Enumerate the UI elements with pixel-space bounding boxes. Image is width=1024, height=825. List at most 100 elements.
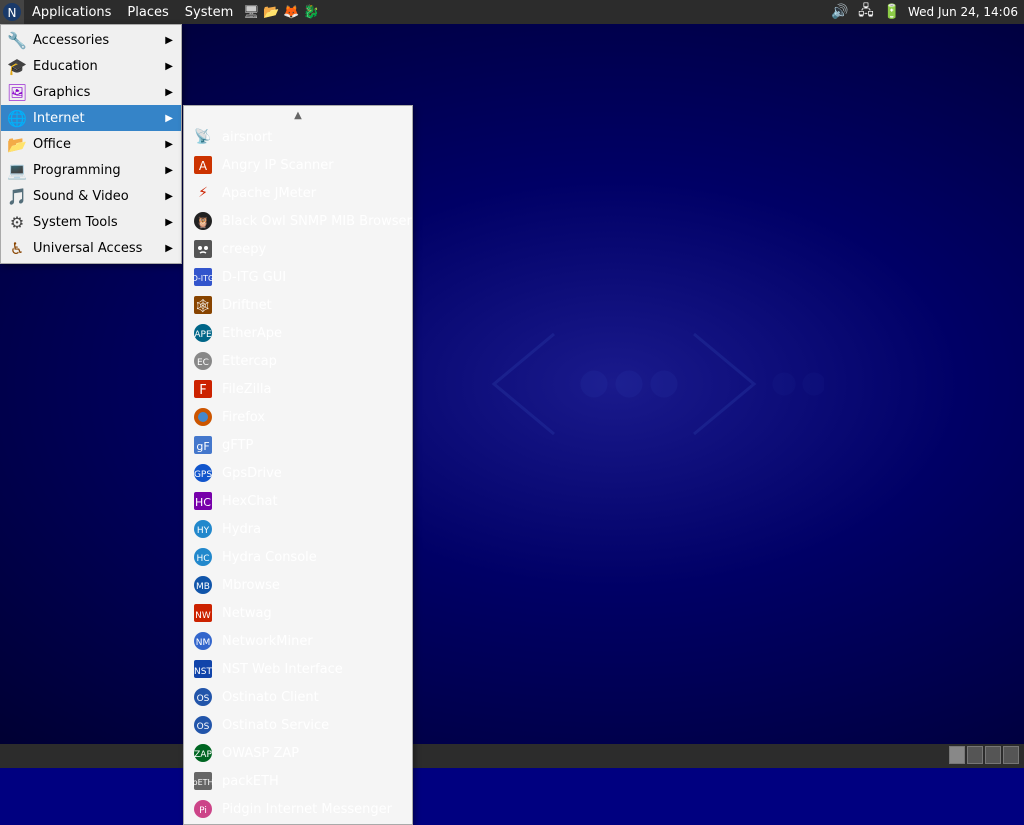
- panel-terminal-icon[interactable]: 🖥: [241, 2, 261, 22]
- menu-universal-access[interactable]: ♿ Universal Access ▶: [1, 235, 181, 261]
- submenu-creepy[interactable]: creepy: [184, 235, 412, 263]
- creepy-label: creepy: [222, 242, 266, 257]
- desktop-logo: [474, 234, 824, 534]
- svg-text:NST: NST: [194, 667, 212, 677]
- airsnort-label: airsnort: [222, 130, 272, 145]
- panel-applications[interactable]: Applications: [24, 0, 119, 24]
- pager-3[interactable]: [985, 746, 1001, 764]
- education-arrow: ▶: [165, 61, 173, 72]
- angry-ip-label: Angry IP Scanner: [222, 158, 334, 173]
- submenu-netwag[interactable]: NW Netwag: [184, 599, 412, 627]
- submenu-angry-ip[interactable]: A Angry IP Scanner: [184, 151, 412, 179]
- submenu-ostinato-service[interactable]: OS Ostinato Service: [184, 711, 412, 739]
- education-icon: 🎓: [7, 56, 27, 76]
- gpsdrive-label: GpsDrive: [222, 466, 282, 481]
- network-icon[interactable]: 🖧: [856, 2, 876, 22]
- programming-label: Programming: [33, 163, 165, 178]
- submenu-ostinato-client[interactable]: OS Ostinato Client: [184, 683, 412, 711]
- internet-arrow: ▶: [165, 113, 173, 124]
- packeth-icon: pETH: [192, 770, 214, 792]
- submenu-hydra-console[interactable]: HC Hydra Console: [184, 543, 412, 571]
- submenu-ettercap[interactable]: EC Ettercap: [184, 347, 412, 375]
- pager-4[interactable]: [1003, 746, 1019, 764]
- graphics-arrow: ▶: [165, 87, 173, 98]
- submenu-hexchat[interactable]: HC HexChat: [184, 487, 412, 515]
- system-tools-arrow: ▶: [165, 217, 173, 228]
- submenu-hydra[interactable]: HY Hydra: [184, 515, 412, 543]
- panel-app-icon: N: [0, 0, 24, 24]
- networkminer-icon: NM: [192, 630, 214, 652]
- volume-icon[interactable]: 🔊: [830, 2, 850, 22]
- submenu-apache-jmeter[interactable]: ⚡ Apache JMeter: [184, 179, 412, 207]
- netwag-label: Netwag: [222, 606, 272, 621]
- submenu-filezilla[interactable]: F FileZilla: [184, 375, 412, 403]
- submenu-airsnort[interactable]: 📡 airsnort: [184, 123, 412, 151]
- internet-submenu: ▲ 📡 airsnort A Angry IP Scanner ⚡ Apache…: [183, 105, 413, 825]
- mbrowse-label: Mbrowse: [222, 578, 280, 593]
- gftp-label: gFTP: [222, 438, 253, 453]
- pidgin-label: Pidgin Internet Messenger: [222, 802, 392, 817]
- pidgin-icon: Pi: [192, 798, 214, 820]
- submenu-pidgin[interactable]: Pi Pidgin Internet Messenger: [184, 795, 412, 823]
- svg-text:GPS: GPS: [194, 470, 212, 480]
- submenu-networkminer[interactable]: NM NetworkMiner: [184, 627, 412, 655]
- submenu-etherape[interactable]: APE EtherApe: [184, 319, 412, 347]
- creepy-icon: [192, 238, 214, 260]
- menu-office[interactable]: 📂 Office ▶: [1, 131, 181, 157]
- driftnet-label: Driftnet: [222, 298, 272, 313]
- office-label: Office: [33, 137, 165, 152]
- svg-text:🕸: 🕸: [195, 299, 212, 314]
- hydra-console-icon: HC: [192, 546, 214, 568]
- submenu-mbrowse[interactable]: MB Mbrowse: [184, 571, 412, 599]
- submenu-owasp-zap[interactable]: ZAP OWASP ZAP: [184, 739, 412, 767]
- menu-education[interactable]: 🎓 Education ▶: [1, 53, 181, 79]
- submenu-gpsdrive[interactable]: GPS GpsDrive: [184, 459, 412, 487]
- menu-graphics[interactable]: 🖼 Graphics ▶: [1, 79, 181, 105]
- battery-icon[interactable]: 🔋: [882, 2, 902, 22]
- submenu-nst-web[interactable]: NST NST Web Interface: [184, 655, 412, 683]
- bottom-panel: [0, 744, 1024, 768]
- graphics-icon: 🖼: [7, 82, 27, 102]
- education-label: Education: [33, 59, 165, 74]
- submenu-scroll-up[interactable]: ▲: [184, 108, 412, 123]
- panel-left: N Applications Places System 🖥 📂 🦊 🐉: [0, 0, 321, 24]
- panel-nst-icon[interactable]: 🐉: [301, 2, 321, 22]
- submenu-gftp[interactable]: gF gFTP: [184, 431, 412, 459]
- programming-arrow: ▶: [165, 165, 173, 176]
- pager-1[interactable]: [949, 746, 965, 764]
- apache-label: Apache JMeter: [222, 186, 316, 201]
- svg-text:ZAP: ZAP: [194, 750, 212, 760]
- submenu-driftnet[interactable]: 🕸 Driftnet: [184, 291, 412, 319]
- panel-places[interactable]: Places: [119, 0, 176, 24]
- menu-accessories[interactable]: 🔧 Accessories ▶: [1, 27, 181, 53]
- submenu-packeth[interactable]: pETH packETH: [184, 767, 412, 795]
- menu-programming[interactable]: 💻 Programming ▶: [1, 157, 181, 183]
- panel-firefox-icon[interactable]: 🦊: [281, 2, 301, 22]
- menu-system-tools[interactable]: ⚙ System Tools ▶: [1, 209, 181, 235]
- svg-text:OS: OS: [197, 694, 210, 704]
- internet-icon: 🌐: [7, 108, 27, 128]
- firefox-icon: [192, 406, 214, 428]
- menu-sound-video[interactable]: 🎵 Sound & Video ▶: [1, 183, 181, 209]
- svg-text:N: N: [8, 6, 17, 20]
- panel-system[interactable]: System: [177, 0, 241, 24]
- submenu-black-owl[interactable]: 🦉 Black Owl SNMP MIB Browser: [184, 207, 412, 235]
- ostinato-client-label: Ostinato Client: [222, 690, 319, 705]
- submenu-firefox[interactable]: Firefox: [184, 403, 412, 431]
- panel-folder-icon[interactable]: 📂: [261, 2, 281, 22]
- svg-text:NW: NW: [195, 611, 211, 621]
- menu-internet[interactable]: 🌐 Internet ▶ ▲ 📡 airsnort A Angry IP Sca…: [1, 105, 181, 131]
- submenu-ditg[interactable]: D-ITG D-ITG GUI: [184, 263, 412, 291]
- svg-text:A: A: [199, 159, 208, 173]
- svg-text:HC: HC: [195, 496, 211, 509]
- ditg-label: D-ITG GUI: [222, 270, 286, 285]
- system-tools-label: System Tools: [33, 215, 165, 230]
- ostinato-service-label: Ostinato Service: [222, 718, 329, 733]
- sound-label: Sound & Video: [33, 189, 165, 204]
- ditg-icon: D-ITG: [192, 266, 214, 288]
- svg-text:HC: HC: [196, 554, 209, 564]
- gpsdrive-icon: GPS: [192, 462, 214, 484]
- svg-text:D-ITG: D-ITG: [193, 274, 213, 283]
- pager-2[interactable]: [967, 746, 983, 764]
- black-owl-icon: 🦉: [192, 210, 214, 232]
